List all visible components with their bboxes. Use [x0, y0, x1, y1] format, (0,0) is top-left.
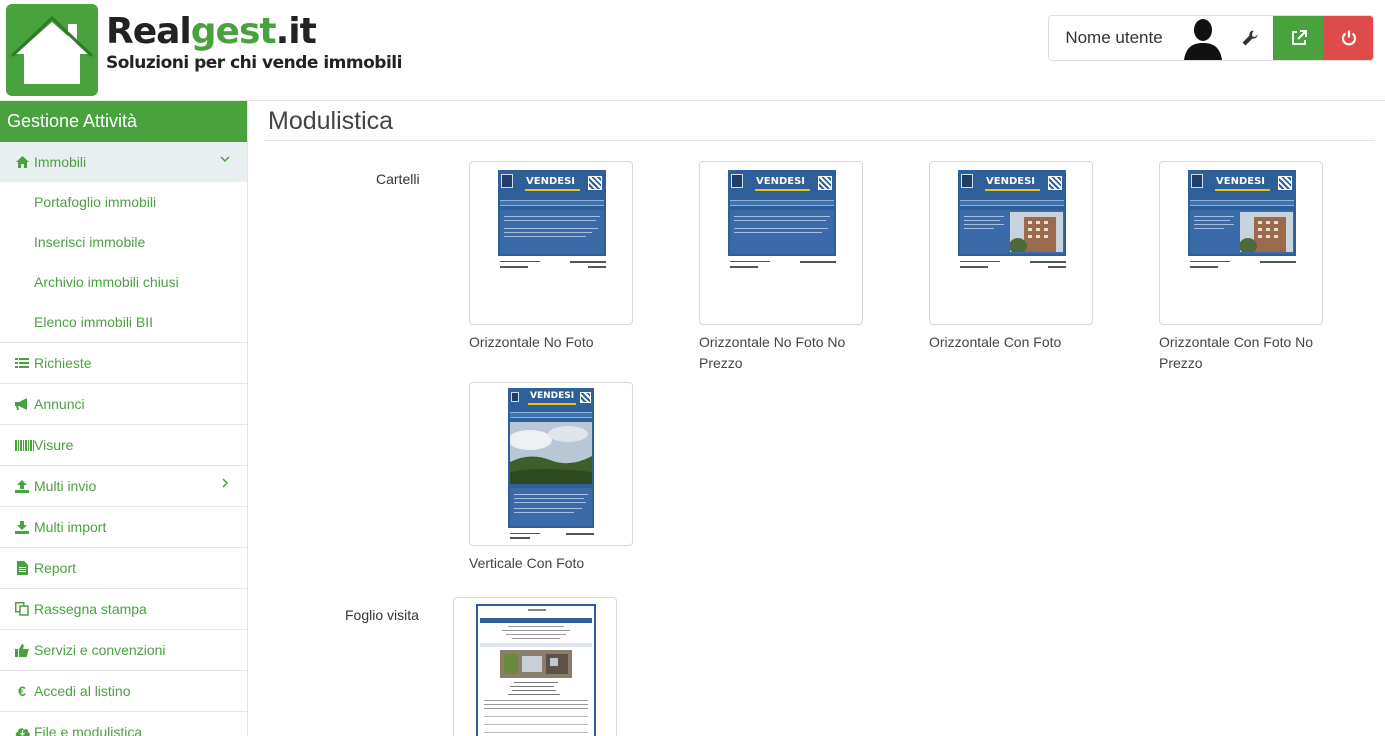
thumbs-up-icon	[14, 642, 30, 658]
sidebar-item-label: Report	[34, 560, 77, 576]
chevron-right-icon	[222, 478, 229, 488]
sidebar-item-immobili[interactable]: Immobili	[0, 142, 247, 182]
user-toolbar: Nome utente	[1048, 15, 1374, 61]
sidebar-item-label: Annunci	[34, 396, 85, 412]
sidebar: Gestione Attività Immobili Portafoglio i…	[0, 101, 248, 736]
section-label-foglio-visita: Foglio visita	[345, 607, 419, 623]
template-card-orizzontale-con-foto-no-prezzo[interactable]: VENDESI Orizzontale Con Foto No Prezzo	[1159, 161, 1324, 374]
poster-preview: VENDESI	[498, 170, 606, 256]
brand-name: Realgest.it	[106, 11, 317, 52]
sidebar-item-label: Immobili	[34, 154, 87, 170]
avatar-icon	[1184, 19, 1222, 60]
sidebar-item-richieste[interactable]: Richieste	[0, 343, 247, 384]
home-icon	[14, 154, 30, 170]
template-label: Orizzontale No Foto	[469, 334, 594, 350]
sidebar-item-rassegna-stampa[interactable]: Rassegna stampa	[0, 589, 247, 630]
template-label: Orizzontale No Foto No Prezzo	[699, 334, 846, 371]
page-title: Modulistica	[264, 101, 1375, 141]
settings-button[interactable]	[1227, 16, 1273, 60]
sidebar-subitem-inserisci[interactable]: Inserisci immobile	[0, 222, 247, 262]
poster-preview: VENDESI	[508, 388, 594, 528]
sidebar-item-label: Servizi e convenzioni	[34, 642, 166, 658]
sidebar-item-multi-import[interactable]: Multi import	[0, 507, 247, 548]
brand-tagline: Soluzioni per chi vende immobili	[106, 53, 402, 73]
barcode-icon	[14, 437, 34, 453]
sidebar-item-visure[interactable]: Visure	[0, 425, 247, 466]
poster-title: VENDESI	[1216, 176, 1265, 187]
house-logo-icon	[6, 4, 98, 96]
sidebar-title: Gestione Attività	[0, 101, 247, 142]
sidebar-item-label: Accedi al listino	[34, 683, 131, 699]
template-thumbnail[interactable]: VENDESI	[469, 161, 633, 325]
copy-icon	[14, 601, 30, 617]
building-photo	[1010, 212, 1063, 252]
template-label: Orizzontale Con Foto	[929, 334, 1062, 350]
main-content: Modulistica Cartelli VENDESI Orizzontale…	[264, 101, 1375, 736]
sidebar-item-label: Multi import	[34, 519, 107, 535]
external-link-icon	[1291, 30, 1307, 45]
sidebar-subitem-portafoglio[interactable]: Portafoglio immobili	[0, 182, 247, 222]
template-card-foglio-visita[interactable]	[453, 597, 618, 736]
section-label-cartelli: Cartelli	[376, 171, 420, 187]
avatar[interactable]	[1179, 16, 1227, 60]
sidebar-item-label: Visure	[34, 437, 74, 453]
sidebar-item-label: Rassegna stampa	[34, 601, 147, 617]
template-card-orizzontale-no-foto-no-prezzo[interactable]: VENDESI Orizzontale No Foto No Prezzo	[699, 161, 864, 374]
form-preview	[476, 604, 596, 736]
poster-title: VENDESI	[526, 176, 575, 187]
template-label: Orizzontale Con Foto No Prezzo	[1159, 334, 1314, 371]
template-thumbnail[interactable]: VENDESI	[699, 161, 863, 325]
poster-title: VENDESI	[986, 176, 1035, 187]
sidebar-subitem-elenco-bii[interactable]: Elenco immobili BII	[0, 302, 247, 342]
euro-icon: €	[18, 683, 26, 699]
sidebar-item-label: Richieste	[34, 355, 92, 371]
download-icon	[14, 519, 30, 535]
sidebar-item-label: File e modulistica	[34, 724, 143, 736]
username-label[interactable]: Nome utente	[1049, 16, 1179, 60]
cloud-download-icon	[14, 724, 30, 736]
template-thumbnail[interactable]: VENDESI	[929, 161, 1093, 325]
file-icon	[14, 560, 30, 576]
poster-title: VENDESI	[756, 176, 805, 187]
sidebar-subitem-archivio[interactable]: Archivio immobili chiusi	[0, 262, 247, 302]
upload-icon	[14, 478, 30, 494]
megaphone-icon	[14, 396, 30, 412]
logout-button[interactable]	[1324, 16, 1373, 60]
template-card-orizzontale-no-foto[interactable]: VENDESI Orizzontale No Foto	[469, 161, 634, 353]
realgest-logo[interactable]: Realgest.it Soluzioni per chi vende immo…	[6, 4, 426, 96]
sidebar-item-report[interactable]: Report	[0, 548, 247, 589]
landscape-photo	[510, 422, 592, 484]
external-site-button[interactable]	[1273, 16, 1324, 60]
chevron-down-icon	[220, 156, 230, 163]
sidebar-item-listino[interactable]: € Accedi al listino	[0, 671, 247, 712]
list-icon	[14, 355, 30, 371]
power-icon	[1341, 30, 1356, 46]
sidebar-item-multi-invio[interactable]: Multi invio	[0, 466, 247, 507]
interior-photo	[500, 650, 572, 678]
poster-preview: VENDESI	[1188, 170, 1296, 256]
sidebar-item-label: Multi invio	[34, 478, 97, 494]
template-thumbnail[interactable]	[453, 597, 617, 736]
top-header: Realgest.it Soluzioni per chi vende immo…	[0, 0, 1385, 101]
poster-title: VENDESI	[530, 391, 575, 401]
sidebar-item-file-modulistica[interactable]: File e modulistica	[0, 712, 247, 736]
template-card-orizzontale-con-foto[interactable]: VENDESI Orizzontale Con Foto	[929, 161, 1094, 353]
sidebar-item-annunci[interactable]: Annunci	[0, 384, 247, 425]
template-thumbnail[interactable]: VENDESI	[1159, 161, 1323, 325]
building-photo	[1240, 212, 1293, 252]
wrench-icon	[1242, 30, 1258, 46]
poster-preview: VENDESI	[728, 170, 836, 256]
poster-preview: VENDESI	[958, 170, 1066, 256]
template-label: Verticale Con Foto	[469, 555, 585, 571]
template-card-verticale-con-foto[interactable]: VENDESI Verticale Con Foto	[469, 382, 634, 574]
sidebar-item-servizi[interactable]: Servizi e convenzioni	[0, 630, 247, 671]
template-thumbnail[interactable]: VENDESI	[469, 382, 633, 546]
